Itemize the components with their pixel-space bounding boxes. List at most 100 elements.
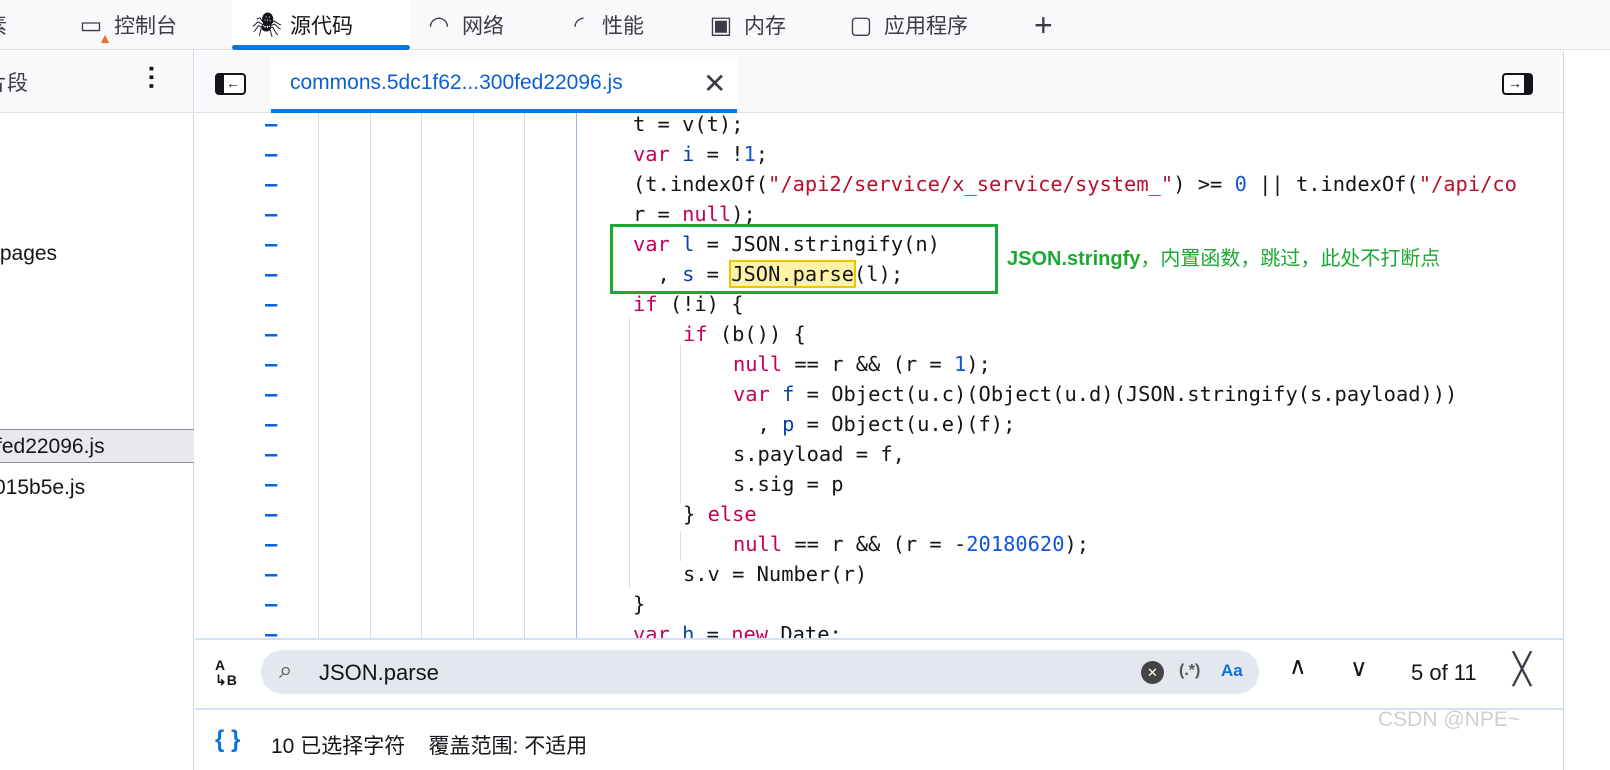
code-line: – null == r && (r = -20180620); [195,529,1563,559]
toolbar-tab-0[interactable]: 素 [0,0,26,50]
breakpoint-gutter[interactable]: – [265,409,277,439]
previous-match-button[interactable]: ∧ [1289,652,1307,681]
breakpoint-gutter[interactable]: – [265,169,277,199]
close-tab-icon[interactable]: ✕ [703,67,726,100]
code-text: var h = new Date; [633,619,842,638]
match-case-toggle[interactable]: Aa [1221,661,1243,681]
close-find-icon[interactable]: ╳ [1513,652,1531,687]
toolbar-tab-4[interactable]: ◜ 性能 [564,0,694,50]
code-token: var [633,142,670,166]
code-token: 20180620 [966,532,1065,556]
code-text: s.sig = p [733,469,844,499]
code-token: var [733,382,770,406]
code-token: if [633,292,658,316]
performance-gauge-icon: ◜ [574,11,584,39]
code-token: else [707,502,757,526]
tab-label: 源代码 [290,15,353,38]
code-token: null [733,352,783,376]
tab-label: 内存 [744,15,786,38]
code-token: new [731,622,769,638]
code-token: 0 [1234,172,1247,196]
editor-tabs-bar: ← commons.5dc1f62...300fed22096.js ✕ → [195,51,1563,113]
breakpoint-gutter[interactable]: – [265,199,277,229]
breakpoint-gutter[interactable]: – [265,619,277,638]
code-token: ); [731,202,756,226]
breakpoint-gutter[interactable]: – [265,289,277,319]
code-token: r = [633,202,683,226]
memory-chip-icon: ▣ [709,11,733,39]
code-token: 1 [953,352,967,376]
breakpoint-gutter[interactable]: – [265,113,277,139]
breakpoint-gutter[interactable]: – [265,529,277,559]
breakpoint-gutter[interactable]: – [265,379,277,409]
code-text: null == r && (r = -20180620); [733,529,1089,559]
replace-toggle-icon[interactable]: A ↳B [215,658,237,688]
code-token: ); [1064,532,1090,556]
code-token: null [682,202,732,226]
code-token: h [682,622,695,638]
warning-icon: ▲ [98,30,112,46]
code-line: – if (b()) { [195,319,1563,349]
code-token: , [733,412,783,436]
code-token: Date; [768,622,842,638]
more-menu-icon[interactable]: ··· [137,65,167,91]
network-wifi-icon: ◠ [428,11,450,39]
pretty-print-icon[interactable]: { } [215,726,240,754]
code-token: s.payload = f, [733,442,905,466]
sources-sidebar: 片段 ··· /pages fed22096.js 015b5e.js [0,51,194,770]
code-token: } [683,502,708,526]
clear-search-icon[interactable]: ✕ [1141,661,1164,684]
search-input[interactable]: ⌕ JSON.parse ✕ (.*) Aa [261,650,1259,694]
breakpoint-gutter[interactable]: – [265,259,277,289]
toolbar-tab-6[interactable]: ▢ 应用程序 [846,0,1026,50]
code-token: s.v = Number(r) [683,562,868,586]
toolbar-tab-5[interactable]: ▣ 内存 [706,0,836,50]
breakpoint-gutter[interactable]: – [265,499,277,529]
code-token: ; [755,142,769,166]
code-token: (t.indexOf( [633,172,769,196]
tab-label: 应用程序 [884,15,968,38]
code-token: == r && (r = [782,352,954,376]
code-line: –} [195,589,1563,619]
find-bar: A ↳B ⌕ JSON.parse ✕ (.*) Aa ∧ ∨ 5 of 11 ╳ [195,638,1563,710]
breakpoint-gutter[interactable]: – [265,469,277,499]
toolbar-tab-7[interactable]: + [1034,0,1074,50]
search-query: JSON.parse [319,660,439,685]
code-text: s.v = Number(r) [683,559,867,589]
breakpoint-gutter[interactable]: – [265,229,277,259]
sidebar-item-selected-file[interactable]: fed22096.js [0,429,194,463]
code-token: t = v(t); [633,113,744,136]
toggle-outline-icon[interactable]: → [1502,73,1533,95]
application-icon: ▢ [849,11,873,39]
sidebar-item-file[interactable]: 015b5e.js [0,471,194,505]
debugger-bug-icon: 🕷 [251,11,283,39]
code-token: null [733,532,783,556]
breakpoint-gutter[interactable]: – [265,559,277,589]
code-text: (t.indexOf("/api2/service/x_service/syst… [633,169,1517,199]
editor-tab-active[interactable]: commons.5dc1f62...300fed22096.js ✕ [271,57,737,113]
tab-label: 控制台 [114,15,177,38]
code-line: – t = v(t); [195,113,1563,139]
status-text: 10 已选择字符 覆盖范围: 不适用 [271,735,588,758]
breakpoint-gutter[interactable]: – [265,589,277,619]
breakpoint-gutter[interactable]: – [265,319,277,349]
breakpoint-gutter[interactable]: – [265,139,277,169]
toolbar-tab-2[interactable]: 🕷 源代码 [232,0,410,50]
toolbar-tab-3[interactable]: ◠ 网络 [424,0,544,50]
code-token: } [633,592,646,616]
sidebar-item-pages[interactable]: /pages [0,237,194,271]
right-panel-edge [1563,51,1610,770]
breakpoint-gutter[interactable]: – [265,439,277,469]
breakpoint-gutter[interactable]: – [265,349,277,379]
annotation-box [610,224,998,294]
next-match-button[interactable]: ∨ [1350,654,1368,683]
toggle-sidebar-icon[interactable]: ← [215,73,246,95]
code-token: s.sig = p [733,472,844,496]
code-editor[interactable]: – t = v(t); – var i = !1; – (t.indexOf("/api2… [195,113,1563,638]
regex-toggle[interactable]: (.*) [1179,662,1200,680]
code-line: – s.sig = p [195,469,1563,499]
code-text: null == r && (r = 1); [733,349,991,379]
toolbar-tab-1[interactable]: ▭ ▲ 控制台 [76,0,226,50]
